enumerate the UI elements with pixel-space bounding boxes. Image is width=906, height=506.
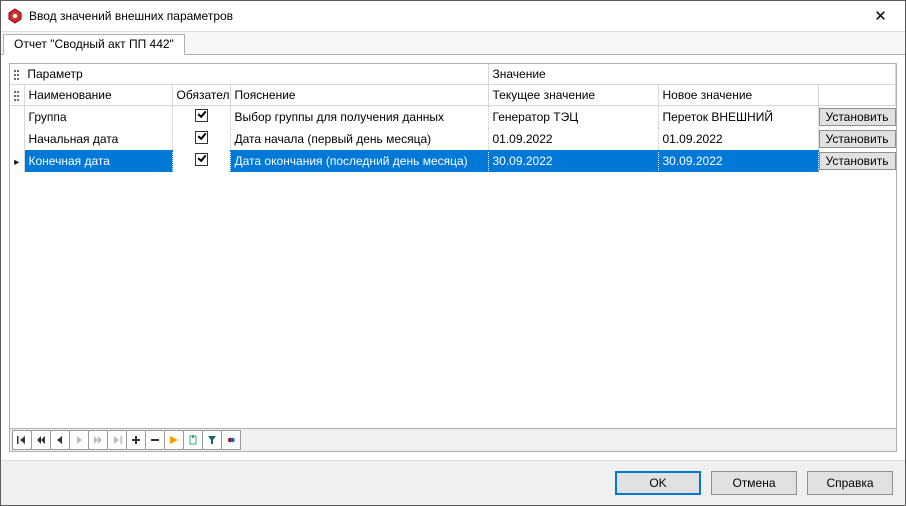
cell-required[interactable] xyxy=(172,128,230,150)
cell-set-button: Установить xyxy=(818,106,896,129)
cancel-button[interactable]: Отмена xyxy=(711,471,797,495)
cell-required[interactable] xyxy=(172,106,230,129)
tab-report[interactable]: Отчет "Сводный акт ПП 442" xyxy=(3,34,185,55)
cell-new-value[interactable]: Переток ВНЕШНИЙ xyxy=(658,106,818,129)
ok-button[interactable]: OK xyxy=(615,471,701,495)
col-name[interactable]: Наименование xyxy=(24,85,172,106)
col-current[interactable]: Текущее значение xyxy=(488,85,658,106)
band-handle-icon xyxy=(14,70,20,80)
cell-name: Группа xyxy=(24,106,172,129)
cell-desc: Дата окончания (последний день месяца) xyxy=(230,150,488,172)
cell-new-value[interactable]: 30.09.2022 xyxy=(658,150,818,172)
table-row[interactable]: Конечная дата Дата окончания (последний д… xyxy=(10,150,896,172)
cell-desc: Выбор группы для получения данных xyxy=(230,106,488,129)
cell-set-button: Установить xyxy=(818,150,896,172)
dialog-footer: OK Отмена Справка xyxy=(1,460,905,505)
row-indicator xyxy=(10,106,24,129)
content-area: Параметр Значение Наименование Обязатель… xyxy=(1,54,905,460)
cell-new-value[interactable]: 01.09.2022 xyxy=(658,128,818,150)
nav-first[interactable] xyxy=(12,430,32,450)
close-button[interactable]: ✕ xyxy=(858,2,903,30)
nav-insert[interactable] xyxy=(126,430,146,450)
cell-current-value: Генератор ТЭЦ xyxy=(488,106,658,129)
nav-next-page[interactable] xyxy=(88,430,108,450)
band-value: Значение xyxy=(488,64,896,85)
cell-current-value: 01.09.2022 xyxy=(488,128,658,150)
window-title: Ввод значений внешних параметров xyxy=(29,9,858,23)
col-desc[interactable]: Пояснение xyxy=(230,85,488,106)
nav-prior[interactable] xyxy=(50,430,70,450)
nav-edit[interactable] xyxy=(164,430,184,450)
current-row-arrow-icon xyxy=(14,154,19,168)
parameters-grid-header: Параметр Значение Наименование Обязатель… xyxy=(10,64,896,172)
nav-filter[interactable] xyxy=(202,430,222,450)
row-indicator xyxy=(10,150,24,172)
grid-body-space xyxy=(10,172,896,428)
table-row[interactable]: Начальная дата Дата начала (первый день м… xyxy=(10,128,896,150)
band-parameter: Параметр xyxy=(10,64,488,85)
nav-delete[interactable] xyxy=(145,430,165,450)
help-button[interactable]: Справка xyxy=(807,471,893,495)
dialog-window: Ввод значений внешних параметров ✕ Отчет… xyxy=(0,0,906,506)
app-icon xyxy=(7,8,23,24)
grid-container: Параметр Значение Наименование Обязатель… xyxy=(9,63,897,452)
titlebar: Ввод значений внешних параметров ✕ xyxy=(1,1,905,32)
nav-prior-page[interactable] xyxy=(31,430,51,450)
col-handle-icon xyxy=(14,91,20,101)
cell-name: Конечная дата xyxy=(24,150,172,172)
nav-last[interactable] xyxy=(107,430,127,450)
cell-desc: Дата начала (первый день месяца) xyxy=(230,128,488,150)
nav-bookmark[interactable] xyxy=(183,430,203,450)
col-button xyxy=(818,85,896,106)
nav-next[interactable] xyxy=(69,430,89,450)
col-indicator xyxy=(10,85,24,106)
col-new[interactable]: Новое значение xyxy=(658,85,818,106)
set-button[interactable]: Установить xyxy=(819,152,896,170)
set-button[interactable]: Установить xyxy=(819,130,896,148)
band-parameter-label: Параметр xyxy=(27,67,82,81)
band-value-label: Значение xyxy=(493,67,546,81)
record-navigator xyxy=(10,428,896,451)
cell-required[interactable] xyxy=(172,150,230,172)
nav-refresh[interactable] xyxy=(221,430,241,450)
set-button[interactable]: Установить xyxy=(819,108,896,126)
col-required[interactable]: Обязательный xyxy=(172,85,230,106)
checkbox-icon xyxy=(195,153,208,166)
cell-current-value: 30.09.2022 xyxy=(488,150,658,172)
cell-set-button: Установить xyxy=(818,128,896,150)
table-row[interactable]: Группа Выбор группы для получения данныхГ… xyxy=(10,106,896,129)
tab-strip: Отчет "Сводный акт ПП 442" xyxy=(1,32,905,54)
row-indicator xyxy=(10,128,24,150)
checkbox-icon xyxy=(195,131,208,144)
checkbox-icon xyxy=(195,109,208,122)
cell-name: Начальная дата xyxy=(24,128,172,150)
